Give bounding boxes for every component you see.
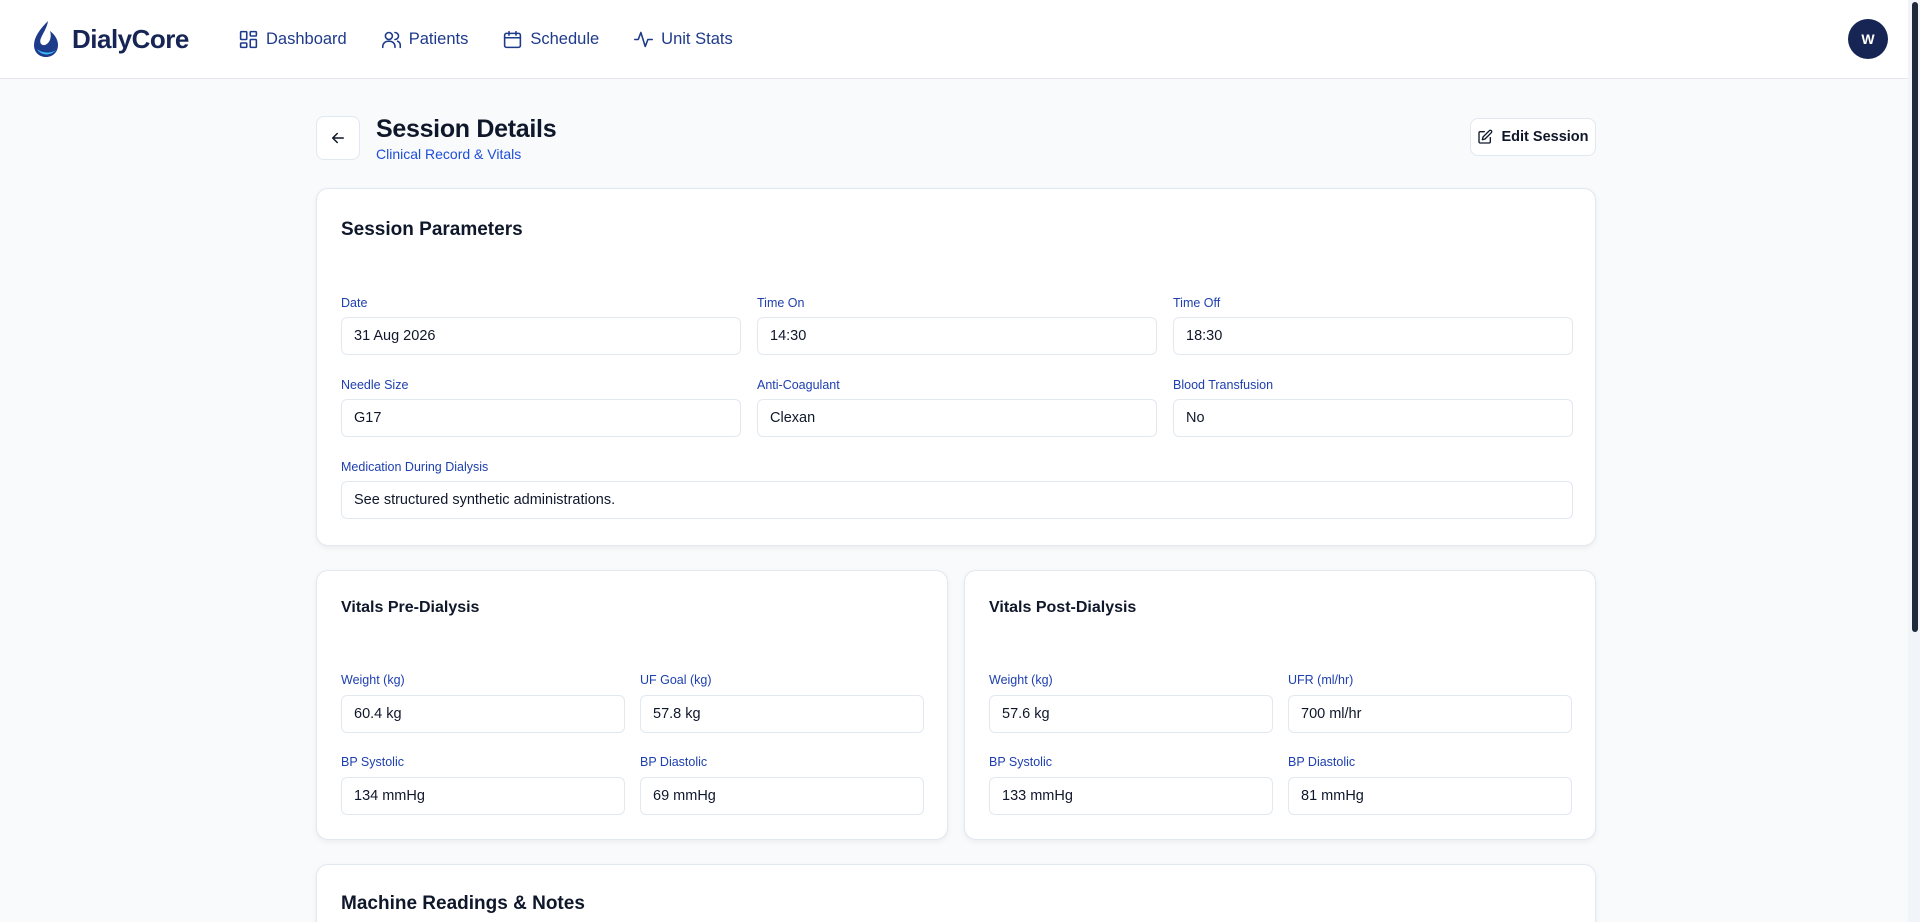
- blood-transfusion-field[interactable]: No: [1173, 399, 1573, 437]
- anti-coagulant-field[interactable]: Clexan: [757, 399, 1157, 437]
- needle-size-field[interactable]: G17: [341, 399, 741, 437]
- edit-icon: [1478, 129, 1493, 144]
- pre-bp-systolic-field[interactable]: 134 mmHg: [341, 777, 625, 815]
- field-label: UFR (ml/hr): [1288, 673, 1354, 687]
- app-name: DialyCore: [72, 23, 189, 54]
- nav-item-label: Dashboard: [266, 29, 347, 48]
- card-title: Session Parameters: [341, 219, 523, 240]
- field-label: Weight (kg): [341, 673, 405, 687]
- post-bp-systolic-field[interactable]: 133 mmHg: [989, 777, 1273, 815]
- users-icon: [381, 31, 401, 48]
- nav-item-unit-stats[interactable]: Unit Stats: [633, 24, 733, 54]
- uf-goal-field[interactable]: 57.8 kg: [640, 695, 924, 733]
- user-avatar[interactable]: W: [1848, 19, 1888, 59]
- nav-item-dashboard[interactable]: Dashboard: [238, 24, 347, 54]
- scrollbar-thumb[interactable]: [1912, 2, 1918, 632]
- field-label: Medication During Dialysis: [341, 460, 489, 474]
- field-label: BP Diastolic: [640, 755, 708, 769]
- card-title: Vitals Pre-Dialysis: [341, 599, 480, 616]
- card-title: Machine Readings & Notes: [341, 893, 585, 914]
- dashboard-icon: [239, 30, 258, 48]
- edit-session-button[interactable]: Edit Session: [1470, 118, 1596, 156]
- field-label: Anti-Coagulant: [757, 378, 840, 392]
- nav-item-patients[interactable]: Patients: [381, 24, 469, 54]
- ufr-field[interactable]: 700 ml/hr: [1288, 695, 1572, 733]
- page-title: Session Details: [376, 115, 557, 143]
- field-label: UF Goal (kg): [640, 673, 712, 687]
- pre-weight-field[interactable]: 60.4 kg: [341, 695, 625, 733]
- field-label: Needle Size: [341, 378, 409, 392]
- card-title: Vitals Post-Dialysis: [989, 599, 1137, 616]
- field-label: BP Systolic: [989, 755, 1052, 769]
- field-label: Weight (kg): [989, 673, 1053, 687]
- nav-item-label: Patients: [408, 29, 469, 48]
- field-label: BP Systolic: [341, 755, 404, 769]
- page-subtitle: Clinical Record & Vitals: [376, 146, 522, 162]
- field-label: Date: [341, 296, 368, 310]
- pre-bp-diastolic-field[interactable]: 69 mmHg: [640, 777, 924, 815]
- post-bp-diastolic-field[interactable]: 81 mmHg: [1288, 777, 1572, 815]
- date-field[interactable]: 31 Aug 2026: [341, 317, 741, 355]
- main-nav: Dashboard Patients Schedule Unit Stats: [238, 24, 767, 54]
- droplet-logo-icon: [34, 21, 58, 57]
- vitals-post-dialysis-card: Vitals Post-Dialysis Weight (kg) 57.6 kg…: [964, 570, 1596, 840]
- activity-icon: [634, 31, 654, 47]
- back-button[interactable]: [316, 116, 360, 160]
- field-label: Time Off: [1173, 296, 1221, 310]
- field-label: BP Diastolic: [1288, 755, 1356, 769]
- time-on-field[interactable]: 14:30: [757, 317, 1157, 355]
- edit-session-label: Edit Session: [1501, 129, 1589, 145]
- nav-item-label: Unit Stats: [661, 29, 733, 48]
- calendar-icon: [504, 30, 522, 48]
- brand[interactable]: DialyCore: [30, 19, 189, 59]
- arrow-left-icon: [332, 132, 344, 144]
- nav-item-label: Schedule: [530, 29, 600, 48]
- medication-field[interactable]: See structured synthetic administrations…: [341, 481, 1573, 519]
- time-off-field[interactable]: 18:30: [1173, 317, 1573, 355]
- top-navbar: DialyCore Dashboard Patients Schedule Un…: [0, 0, 1920, 79]
- field-label: Time On: [757, 296, 805, 310]
- field-label: Blood Transfusion: [1173, 378, 1274, 392]
- vitals-pre-dialysis-card: Vitals Pre-Dialysis Weight (kg) 60.4 kg …: [316, 570, 948, 840]
- session-parameters-card: Session Parameters Date 31 Aug 2026 Time…: [316, 188, 1596, 546]
- post-weight-field[interactable]: 57.6 kg: [989, 695, 1273, 733]
- machine-readings-card: Machine Readings & Notes: [316, 864, 1596, 922]
- nav-item-schedule[interactable]: Schedule: [502, 24, 599, 54]
